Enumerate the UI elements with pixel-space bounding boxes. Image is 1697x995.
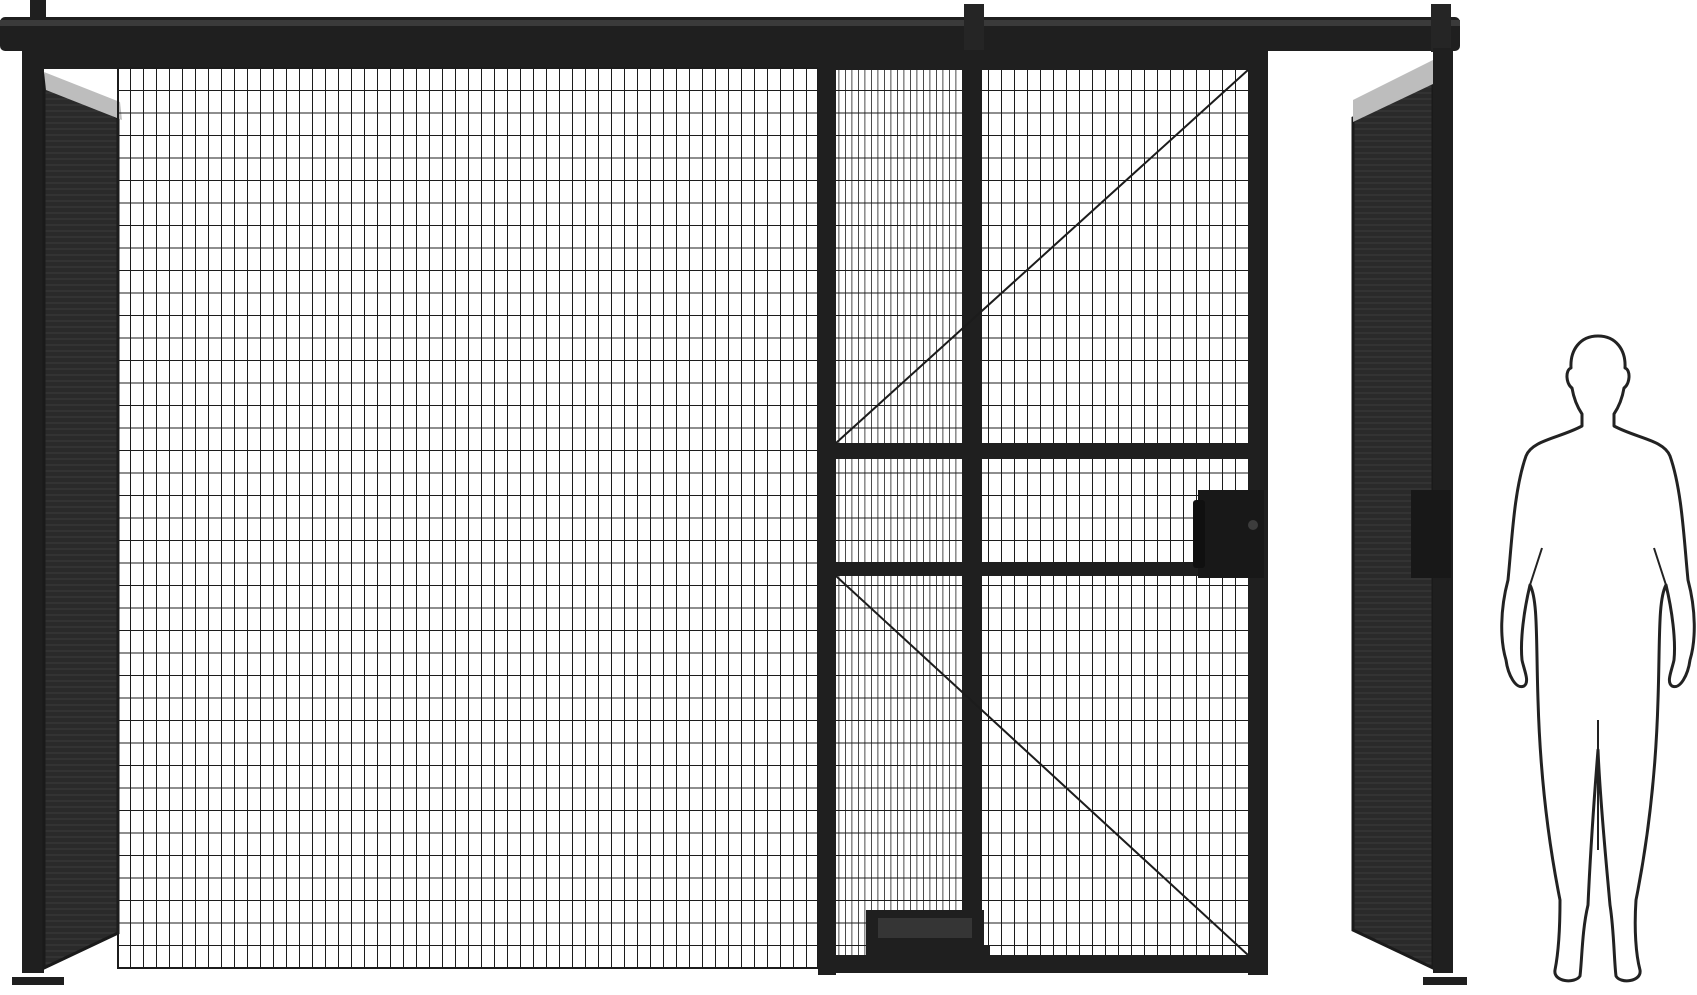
human-silhouette (1500, 334, 1696, 983)
mesh-partition-illustration (0, 0, 1696, 985)
door-lock (1198, 490, 1264, 578)
fixed-mesh-panel (117, 67, 819, 969)
left-side-panel (42, 72, 122, 971)
right-lock-receiver (1411, 490, 1451, 578)
door-handle (1193, 500, 1205, 568)
door-bottom-guide (866, 910, 990, 969)
